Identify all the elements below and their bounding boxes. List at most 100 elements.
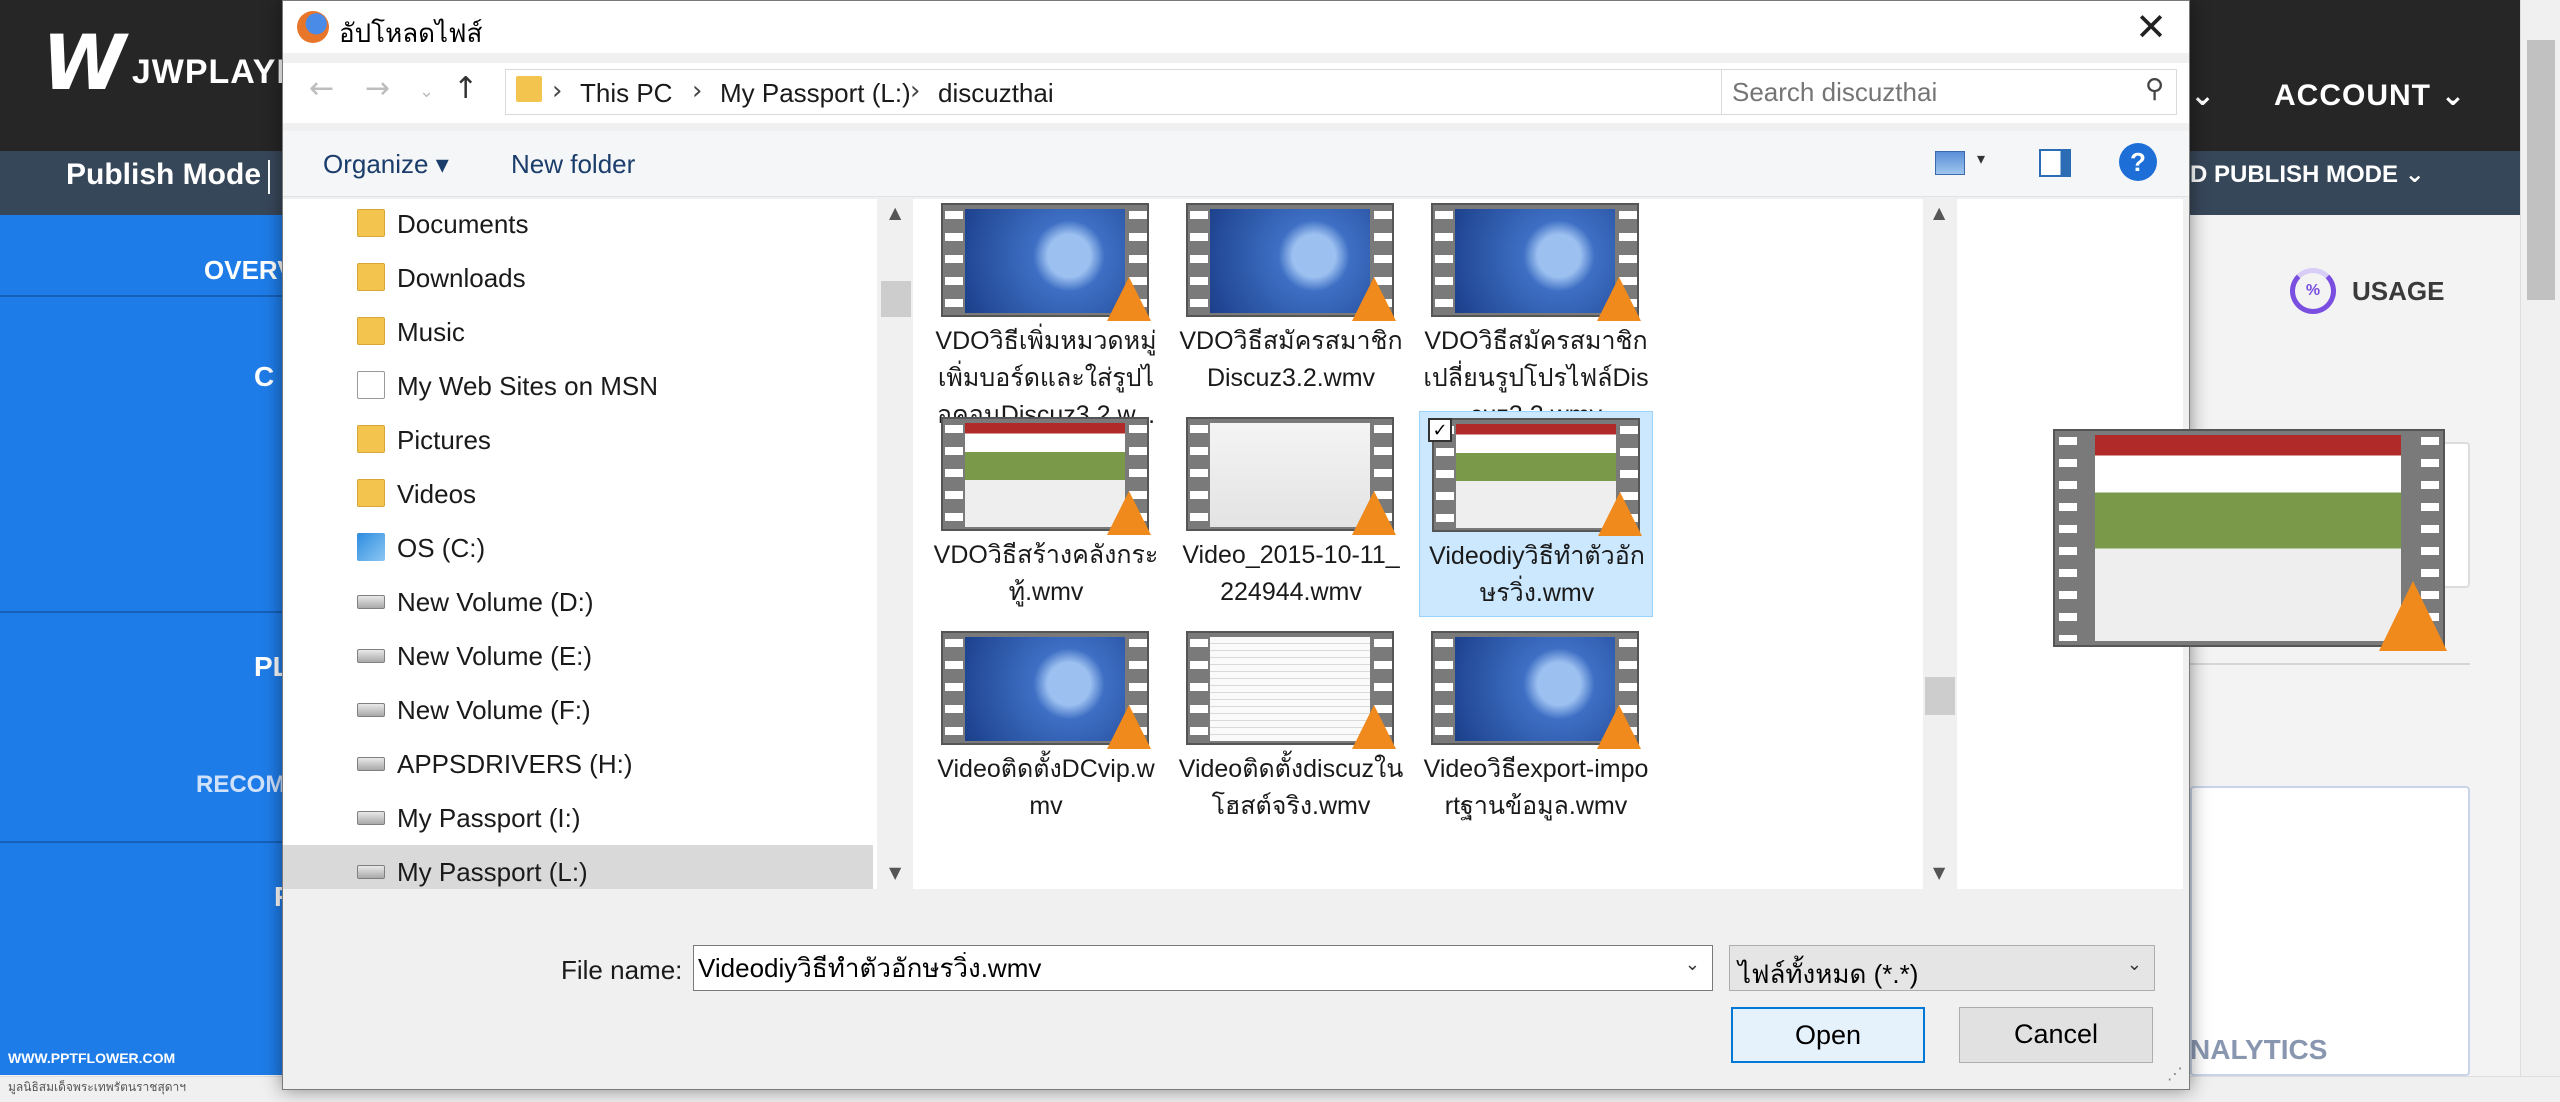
usage-tab[interactable]: % USAGE <box>2290 268 2444 314</box>
nav-item[interactable]: New Volume (E:) <box>283 629 873 683</box>
file-item[interactable]: ✓ Videodiyวิธีทำตัวอักษรวิ่ง.wmv <box>1419 411 1653 617</box>
nav-item[interactable]: Downloads <box>283 251 873 305</box>
chevron-right-icon[interactable]: › <box>692 76 702 106</box>
scrollbar-thumb[interactable] <box>1925 677 1955 715</box>
nav-item-label: My Web Sites on MSN <box>397 371 659 401</box>
help-icon[interactable]: ? <box>2119 143 2157 181</box>
breadcrumb-drive[interactable]: My Passport (L:) <box>720 78 911 109</box>
file-name: VDOวิธีสมัครสมาชิกDiscuz3.2.wmv <box>1179 327 1403 392</box>
drive-icon <box>357 865 385 879</box>
file-name-combobox[interactable]: ⌄ <box>693 945 1713 991</box>
scroll-down-icon[interactable]: ▼ <box>889 863 901 882</box>
video-thumbnail <box>941 203 1151 321</box>
nav-item[interactable]: Music <box>283 305 873 359</box>
thumbnail-screen <box>1456 424 1616 528</box>
film-holes <box>945 419 963 529</box>
video-thumbnail <box>1431 203 1641 321</box>
analytics-label[interactable]: NALYTICS <box>2190 1034 2327 1066</box>
folder-icon <box>516 76 542 102</box>
thumbnail-screen <box>965 423 1125 527</box>
publish-mode-label[interactable]: Publish Mode <box>66 158 261 192</box>
nav-item[interactable]: New Volume (F:) <box>283 683 873 737</box>
sidebar-item-recommendations[interactable]: RECOM <box>196 771 285 799</box>
page-scrollbar-vertical[interactable] <box>2520 0 2560 1076</box>
nav-item[interactable]: Videos <box>283 467 873 521</box>
up-arrow-icon[interactable]: ↑ <box>453 71 478 106</box>
open-button[interactable]: Open <box>1731 1007 1925 1063</box>
scroll-down-icon[interactable]: ▼ <box>1933 863 1945 882</box>
chevron-down-icon[interactable]: ▾ <box>1977 149 1985 168</box>
jw-logo-icon: W <box>42 18 126 107</box>
file-type-select[interactable]: ไฟล์ทั้งหมด (*.*) ⌄ <box>1729 945 2155 991</box>
breadcrumb-folder[interactable]: discuzthai <box>938 78 1054 109</box>
nav-item-label: OS (C:) <box>397 533 486 563</box>
nav-scrollbar[interactable]: ▲ ▼ <box>879 199 913 889</box>
file-item[interactable]: VDOวิธีเพิ่มหมวดหมู่เพิ่มบอร์ดและใส่รูปไ… <box>929 199 1163 429</box>
nav-item[interactable]: My Passport (I:) <box>283 791 873 845</box>
film-holes <box>1190 205 1208 315</box>
navigation-pane: Documents Downloads Music My Web Sites on M… <box>283 199 877 889</box>
chevron-down-icon[interactable]: ⌄ <box>2127 954 2142 975</box>
nav-item[interactable]: New Volume (D:) <box>283 575 873 629</box>
checkbox-checked-icon[interactable]: ✓ <box>1428 418 1452 442</box>
view-options-icon[interactable] <box>1935 151 1965 175</box>
scrollbar-thumb[interactable] <box>2527 40 2555 300</box>
search-icon[interactable]: ⚲ <box>2145 74 2164 104</box>
nav-item[interactable]: OS (C:) <box>283 521 873 575</box>
back-arrow-icon[interactable]: ← <box>309 71 334 106</box>
nav-item[interactable]: Documents <box>283 199 873 251</box>
thumbnail-screen <box>965 637 1125 741</box>
preview-screen <box>2095 435 2401 641</box>
file-item[interactable]: Video_2015-10-11_224944.wmv <box>1174 411 1408 617</box>
file-item[interactable]: Videoติดตั้งDCvip.wmv <box>929 625 1163 831</box>
vlc-cone-icon <box>1352 491 1396 535</box>
vlc-cone-icon <box>1107 705 1151 749</box>
organize-button[interactable]: Organize ▾ <box>323 149 449 180</box>
film-holes <box>2059 431 2077 641</box>
scrollbar-thumb[interactable] <box>881 281 911 317</box>
nav-chevron-icon[interactable]: ⌄ <box>2190 78 2216 113</box>
file-item[interactable]: VDOวิธีสมัครสมาชิกDiscuz3.2.wmv <box>1174 199 1408 403</box>
file-scrollbar[interactable]: ▲ ▼ <box>1923 199 1957 889</box>
firefox-icon <box>297 11 329 43</box>
close-icon[interactable]: ✕ <box>2135 5 2167 49</box>
file-item[interactable]: Videoวิธีexport-importฐานข้อมูล.wmv <box>1419 625 1653 831</box>
new-folder-button[interactable]: New folder <box>511 149 635 180</box>
dialog-titlebar[interactable]: อัปโหลดไฟส์ ✕ <box>283 1 2189 53</box>
sidebar-item-overview[interactable]: OVERV <box>204 255 295 286</box>
scroll-up-icon[interactable]: ▲ <box>1933 203 1945 222</box>
drive-icon <box>357 649 385 663</box>
file-item[interactable]: VDOวิธีสร้างคลังกระทู้.wmv <box>929 411 1163 617</box>
preview-pane-icon[interactable] <box>2039 149 2071 177</box>
account-menu[interactable]: ACCOUNT ⌄ <box>2274 78 2466 113</box>
nav-item[interactable]: Pictures <box>283 413 873 467</box>
film-holes <box>1435 205 1453 315</box>
file-name-input[interactable] <box>698 952 1638 984</box>
resize-grip-icon[interactable]: ⋰ <box>2167 1064 2183 1083</box>
search-input[interactable] <box>1732 76 2112 108</box>
nav-item[interactable]: APPSDRIVERS (H:) <box>283 737 873 791</box>
chevron-right-icon[interactable]: › <box>552 76 562 106</box>
nav-item[interactable]: My Passport (L:) <box>283 845 873 889</box>
nav-item[interactable]: My Web Sites on MSN <box>283 359 873 413</box>
chevron-right-icon[interactable]: › <box>910 76 920 106</box>
forward-arrow-icon[interactable]: → <box>365 71 390 106</box>
file-item[interactable]: Videoติดตั้งdiscuzในโฮสต์จริง.wmv <box>1174 625 1408 831</box>
publish-mode-toggle[interactable]: D PUBLISH MODE ⌄ <box>2190 160 2425 189</box>
folder-icon <box>357 263 385 291</box>
thumbnail-screen <box>965 209 1125 313</box>
cancel-button[interactable]: Cancel <box>1959 1007 2153 1063</box>
file-name: Videoวิธีexport-importฐานข้อมูล.wmv <box>1423 755 1649 820</box>
file-name: Videoติดตั้งdiscuzในโฮสต์จริง.wmv <box>1178 755 1404 820</box>
file-item[interactable]: VDOวิธีสมัครสมาชิกเปลี่ยนรูปโปรไฟล์Discu… <box>1419 199 1653 429</box>
jwplayer-logo[interactable]: W JWPLAYER <box>42 18 325 108</box>
search-box[interactable]: ⚲ <box>1721 69 2177 115</box>
video-thumbnail <box>1186 631 1396 749</box>
vlc-cone-icon <box>1597 705 1641 749</box>
breadcrumb-this-pc[interactable]: This PC <box>580 78 672 109</box>
scroll-up-icon[interactable]: ▲ <box>889 203 901 222</box>
thumbnail-screen <box>1210 423 1370 527</box>
sidebar-item-content[interactable]: C <box>254 361 274 393</box>
recent-chevron-icon[interactable]: ⌄ <box>419 81 434 102</box>
chevron-down-icon[interactable]: ⌄ <box>1685 954 1700 975</box>
